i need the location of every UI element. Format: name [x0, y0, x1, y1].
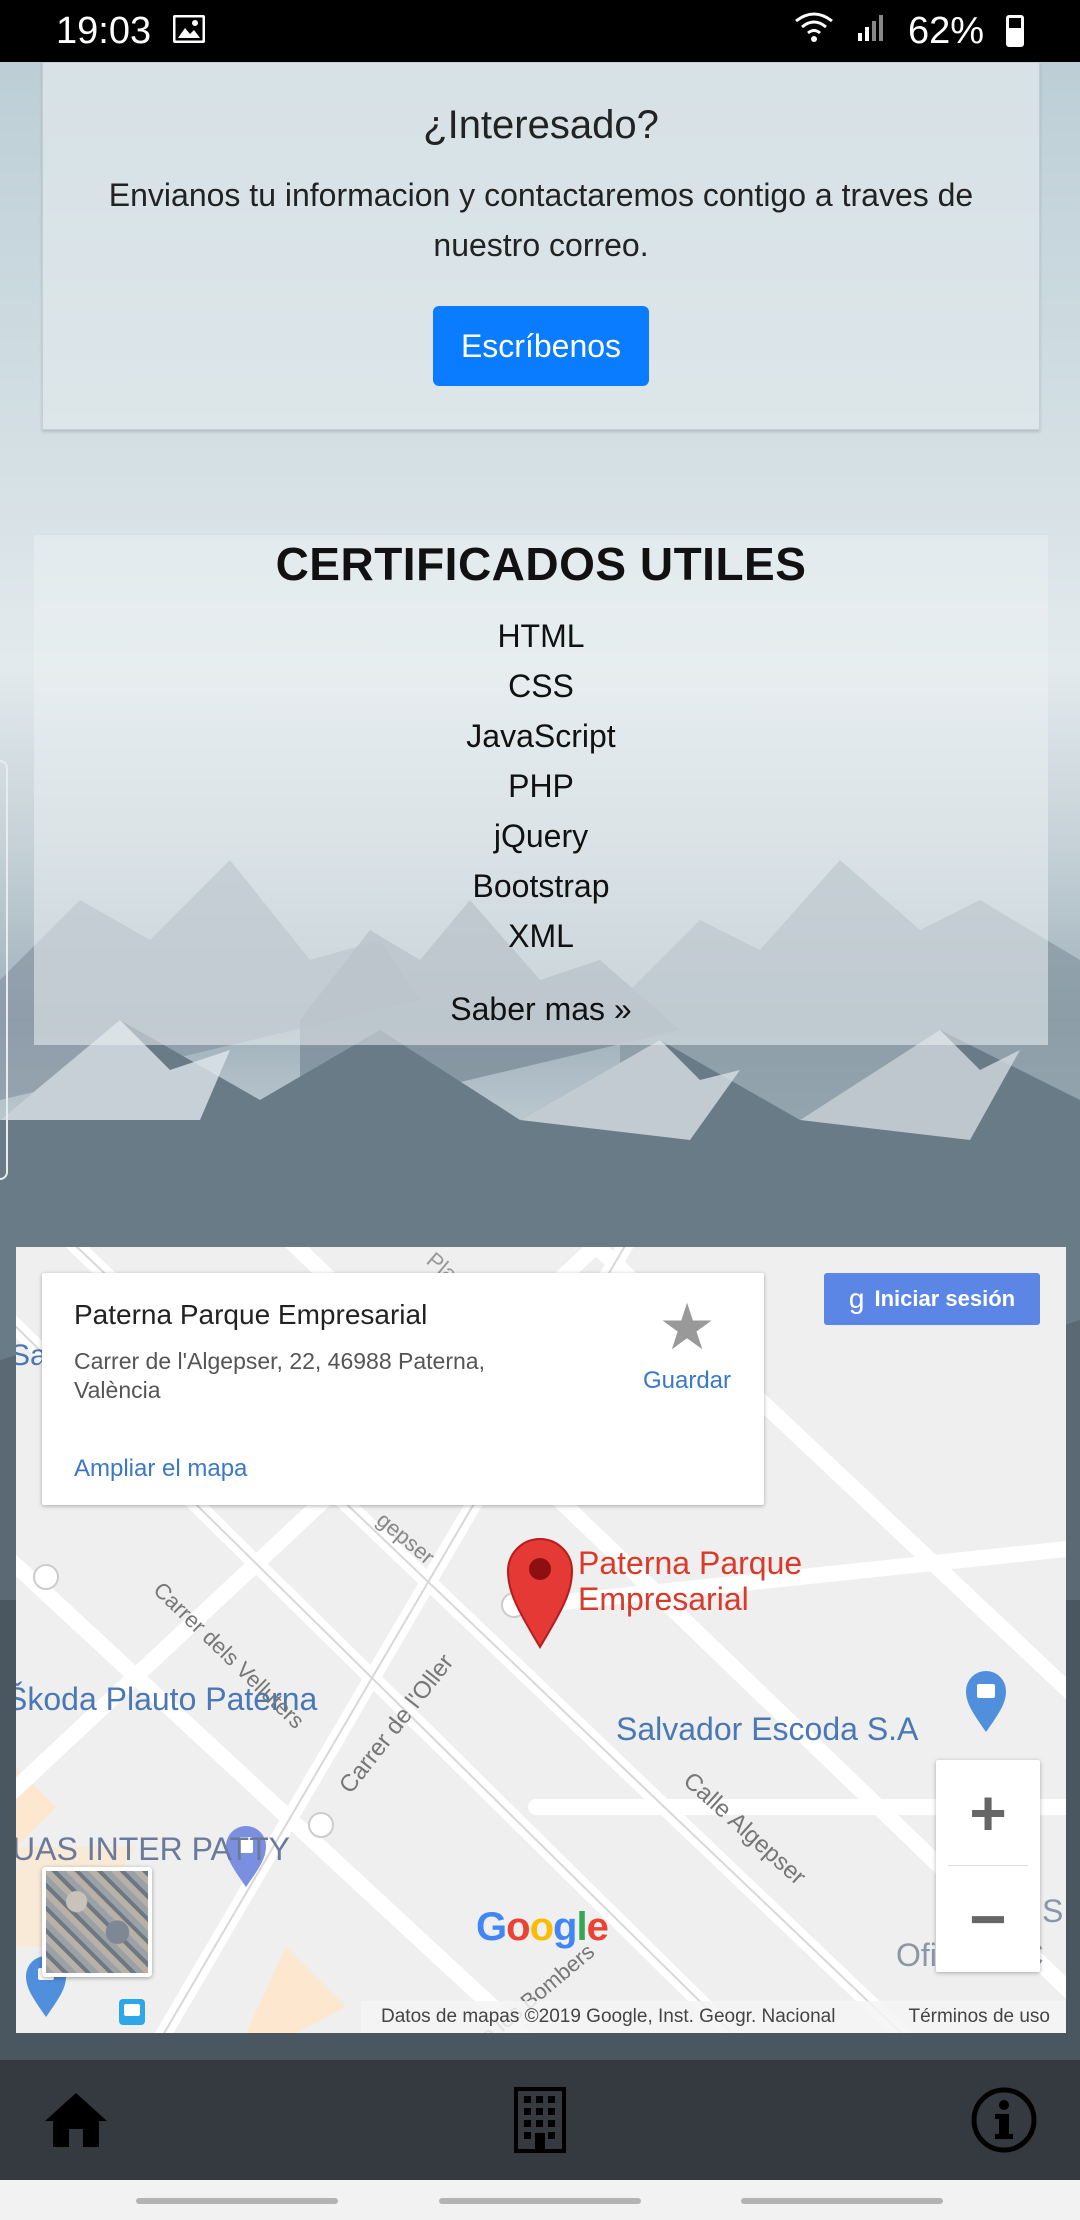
- list-item: PHP: [508, 768, 574, 804]
- building-icon[interactable]: [500, 2080, 580, 2160]
- status-time: 19:03: [56, 9, 152, 52]
- star-icon: ★: [658, 1291, 716, 1363]
- status-bar: 19:03 62%: [0, 0, 1080, 62]
- zoom-divider: [948, 1865, 1028, 1866]
- map-label-pin: Paterna Parque Empresarial: [578, 1545, 848, 1617]
- place-info-card: Paterna Parque Empresarial Carrer de l'A…: [42, 1273, 764, 1505]
- embedded-map[interactable]: Paterna Parque Empresarial Škoda Plauto …: [16, 1247, 1066, 2033]
- wifi-icon: [794, 10, 834, 53]
- gesture-pill-center[interactable]: [439, 2198, 641, 2204]
- info-icon[interactable]: [964, 2080, 1044, 2160]
- list-item: XML: [508, 918, 574, 954]
- write-us-button[interactable]: Escríbenos: [432, 306, 650, 386]
- list-item: Bootstrap: [472, 868, 610, 904]
- learn-more-link[interactable]: Saber mas »: [34, 991, 1048, 1028]
- place-title: Paterna Parque Empresarial: [74, 1299, 428, 1330]
- map-attribution: Datos de mapas ©2019 Google, Inst. Geogr…: [381, 2006, 836, 2027]
- interested-title: ¿Interesado?: [423, 103, 659, 147]
- pin-label: Paterna Parque Empresarial: [578, 1545, 803, 1617]
- home-icon[interactable]: [36, 2080, 116, 2160]
- image-icon: [172, 10, 206, 53]
- list-item: JavaScript: [466, 718, 616, 754]
- gesture-pill-right[interactable]: [741, 2198, 943, 2204]
- zoom-controls: + −: [936, 1760, 1040, 1972]
- map-label-salvador: Salvador Escoda S.A: [616, 1711, 919, 1747]
- battery-percent: 62%: [907, 9, 984, 52]
- zoom-out-button[interactable]: −: [936, 1866, 1040, 1972]
- satellite-view-toggle[interactable]: [42, 1867, 152, 1977]
- interested-card: ¿Interesado? Envianos tu informacion y c…: [42, 62, 1040, 430]
- map-attribution-bar: Datos de mapas ©2019 Google, Inst. Geogr…: [361, 2001, 1066, 2033]
- side-drawer-handle[interactable]: [0, 760, 8, 1180]
- list-item: CSS: [508, 668, 574, 704]
- certificates-title: CERTIFICADOS UTILES: [275, 538, 807, 590]
- sign-in-label: Iniciar sesión: [874, 1286, 1016, 1311]
- save-place-button[interactable]: ★ Guardar: [632, 1295, 742, 1395]
- google-g-icon: g: [848, 1283, 865, 1314]
- sign-in-button[interactable]: g Iniciar sesión: [824, 1273, 1040, 1325]
- google-logo: Google: [476, 1905, 609, 1949]
- gesture-navigation-bar: [0, 2180, 1080, 2220]
- terms-link[interactable]: Términos de uso: [908, 2006, 1050, 2028]
- list-item: HTML: [497, 618, 585, 654]
- zoom-in-button[interactable]: +: [936, 1760, 1040, 1866]
- map-label-inter-patty: UAS INTER PATTY: [16, 1831, 290, 1867]
- bottom-nav: [0, 2060, 1080, 2180]
- signal-icon: [856, 10, 886, 53]
- interested-text: Envianos tu informacion y contactaremos …: [108, 177, 974, 263]
- enlarge-map-link[interactable]: Ampliar el mapa: [74, 1455, 247, 1483]
- list-item: jQuery: [493, 818, 589, 854]
- certificates-list: HTML CSS JavaScript PHP jQuery Bootstrap…: [34, 611, 1048, 961]
- gesture-pill-left[interactable]: [136, 2198, 338, 2204]
- place-address: Carrer de l'Algepser, 22, 46988 Paterna,…: [74, 1348, 485, 1403]
- map-label-s: S: [1042, 1893, 1064, 1929]
- battery-icon: [1006, 15, 1024, 47]
- certificates-card: CERTIFICADOS UTILES HTML CSS JavaScript …: [34, 535, 1048, 1045]
- save-label: Guardar: [642, 1367, 732, 1394]
